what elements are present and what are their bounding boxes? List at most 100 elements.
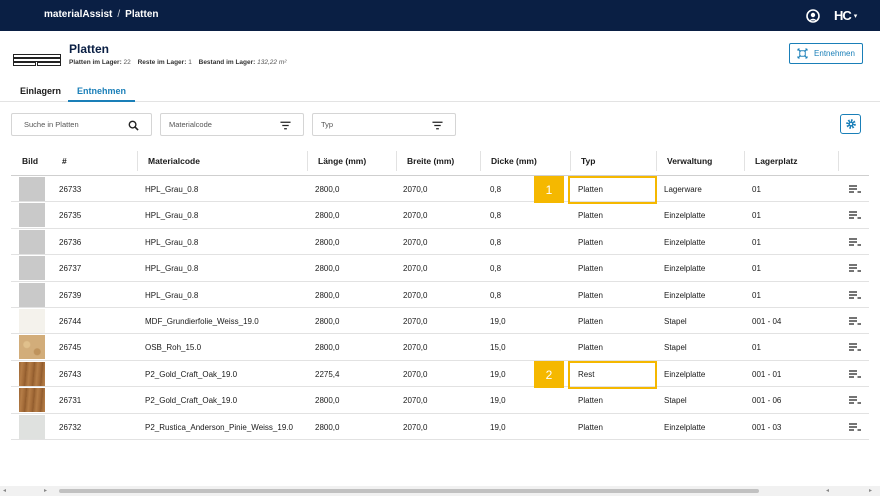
row-lagerplatz: 001 - 01 — [752, 369, 782, 379]
typ-placeholder: Typ — [321, 120, 334, 129]
row-verwaltung: Einzelplatte — [664, 422, 706, 432]
row-menu-icon[interactable] — [849, 369, 861, 379]
row-id: 26744 — [59, 317, 82, 326]
highlight-box — [568, 176, 657, 204]
entnehmen-button-label: Entnehmen — [814, 49, 855, 58]
row-menu-icon[interactable] — [849, 210, 861, 220]
row-menu-icon[interactable] — [849, 316, 861, 326]
row-materialcode: P2_Rustica_Anderson_Pinie_Weiss_19.0 — [145, 422, 293, 432]
material-thumbnail — [19, 361, 45, 386]
row-menu-icon[interactable] — [849, 263, 861, 273]
search-placeholder: Suche in Platten — [24, 120, 79, 129]
row-lagerplatz: 01 — [752, 211, 761, 221]
stock-stats: Platten im Lager: 22 Reste im Lager: 1 B… — [69, 59, 286, 66]
typ-filter[interactable]: Typ — [312, 113, 456, 136]
row-lagerplatz: 01 — [752, 185, 761, 194]
col-typ[interactable]: Typ — [581, 156, 595, 166]
row-breite: 2070,0 — [403, 290, 428, 300]
highlight-box — [568, 361, 657, 389]
table-row[interactable]: 26735 HPL_Grau_0.8 2800,0 2070,0 0,8 Pla… — [11, 202, 869, 229]
table-row[interactable]: 26731 P2_Gold_Craft_Oak_19.0 2800,0 2070… — [11, 387, 869, 414]
row-menu-icon[interactable] — [849, 184, 861, 194]
row-breite: 2070,0 — [403, 317, 428, 326]
tab-entnehmen[interactable]: Entnehmen — [77, 86, 126, 96]
row-materialcode: MDF_Grundierfolie_Weiss_19.0 — [145, 317, 259, 326]
col-verwaltung[interactable]: Verwaltung — [667, 156, 712, 166]
row-id: 26731 — [59, 396, 82, 406]
top-bar: materialAssist / Platten HC ▾ — [0, 0, 880, 31]
scroll-left-icon[interactable]: ◂ — [3, 487, 6, 494]
row-menu-icon[interactable] — [849, 342, 861, 352]
table-row[interactable]: 26737 HPL_Grau_0.8 2800,0 2070,0 0,8 Pla… — [11, 255, 869, 282]
table-row[interactable]: 26743 P2_Gold_Craft_Oak_19.0 2275,4 2070… — [11, 361, 869, 388]
row-breite: 2070,0 — [403, 185, 428, 194]
table-row[interactable]: 26739 HPL_Grau_0.8 2800,0 2070,0 0,8 Pla… — [11, 282, 869, 308]
material-thumbnail — [19, 177, 45, 201]
table-header: Bild # Materialcode Länge (mm) Breite (m… — [11, 148, 869, 176]
row-typ: Platten — [578, 396, 603, 406]
row-menu-icon[interactable] — [849, 422, 861, 432]
material-thumbnail — [19, 203, 45, 228]
horizontal-scrollbar[interactable]: ◂ ▸ ◂ ▸ — [0, 486, 880, 496]
row-typ: Platten — [578, 317, 603, 326]
settings-button[interactable] — [840, 114, 861, 134]
table-row[interactable]: 26733 HPL_Grau_0.8 2800,0 2070,0 0,8 Pla… — [11, 176, 869, 203]
row-id: 26732 — [59, 422, 82, 432]
row-dicke: 0,8 — [490, 211, 502, 221]
search-icon[interactable] — [128, 120, 139, 131]
platten-count-label: Platten im Lager: — [69, 59, 122, 66]
row-dicke: 0,8 — [490, 264, 502, 274]
table-row[interactable]: 26744 MDF_Grundierfolie_Weiss_19.0 2800,… — [11, 308, 869, 335]
row-laenge: 2800,0 — [315, 264, 340, 274]
col-laenge[interactable]: Länge (mm) — [318, 156, 366, 166]
brand-logo: HC — [834, 8, 852, 23]
row-verwaltung: Einzelplatte — [664, 264, 706, 274]
stacked-boards-icon — [13, 54, 61, 66]
row-breite: 2070,0 — [403, 422, 428, 432]
material-thumbnail — [19, 414, 45, 439]
platten-count-value: 22 — [123, 59, 131, 66]
page-title: Platten — [69, 42, 110, 56]
table-row[interactable]: 26745 OSB_Roh_15.0 2800,0 2070,0 15,0 Pl… — [11, 334, 869, 361]
row-lagerplatz: 001 - 06 — [752, 396, 782, 406]
user-circle-icon[interactable] — [806, 9, 820, 23]
row-breite: 2070,0 — [403, 343, 428, 353]
row-verwaltung: Lagerware — [664, 185, 702, 194]
row-breite: 2070,0 — [403, 369, 428, 379]
scroll-left-icon[interactable]: ◂ — [826, 487, 829, 494]
material-thumbnail — [19, 335, 45, 360]
row-typ: Platten — [578, 211, 603, 221]
entnehmen-button[interactable]: Entnehmen — [789, 43, 863, 64]
col-dicke[interactable]: Dicke (mm) — [491, 156, 537, 166]
filter-icon — [280, 121, 291, 130]
chevron-down-icon: ▾ — [853, 12, 858, 20]
row-materialcode: HPL_Grau_0.8 — [145, 290, 199, 300]
row-menu-icon[interactable] — [849, 395, 861, 405]
col-breite[interactable]: Breite (mm) — [407, 156, 454, 166]
row-menu-icon[interactable] — [849, 290, 861, 300]
tab-einlagern[interactable]: Einlagern — [20, 86, 61, 96]
col-id[interactable]: # — [62, 156, 67, 166]
row-verwaltung: Einzelplatte — [664, 237, 706, 247]
table-row[interactable]: 26732 P2_Rustica_Anderson_Pinie_Weiss_19… — [11, 414, 869, 440]
scroll-right-icon[interactable]: ▸ — [869, 487, 872, 494]
row-id: 26737 — [59, 264, 82, 274]
scrollbar-thumb[interactable] — [59, 489, 759, 493]
scroll-right-icon[interactable]: ▸ — [44, 487, 47, 494]
col-materialcode[interactable]: Materialcode — [148, 156, 200, 166]
table-row[interactable]: 26736 HPL_Grau_0.8 2800,0 2070,0 0,8 Pla… — [11, 229, 869, 256]
search-input[interactable]: Suche in Platten — [11, 113, 152, 136]
row-menu-icon[interactable] — [849, 237, 861, 247]
brand-menu[interactable]: HC ▾ — [834, 8, 857, 23]
row-lagerplatz: 001 - 03 — [752, 422, 782, 432]
row-breite: 2070,0 — [403, 396, 428, 406]
row-lagerplatz: 01 — [752, 290, 761, 300]
col-lagerplatz[interactable]: Lagerplatz — [755, 156, 798, 166]
materialcode-placeholder: Materialcode — [169, 120, 212, 129]
row-materialcode: HPL_Grau_0.8 — [145, 211, 199, 221]
materialcode-filter[interactable]: Materialcode — [160, 113, 304, 136]
breadcrumb-app[interactable]: materialAssist — [44, 9, 112, 20]
row-typ: Platten — [578, 237, 603, 247]
gear-icon — [845, 119, 856, 129]
material-thumbnail — [19, 256, 45, 281]
